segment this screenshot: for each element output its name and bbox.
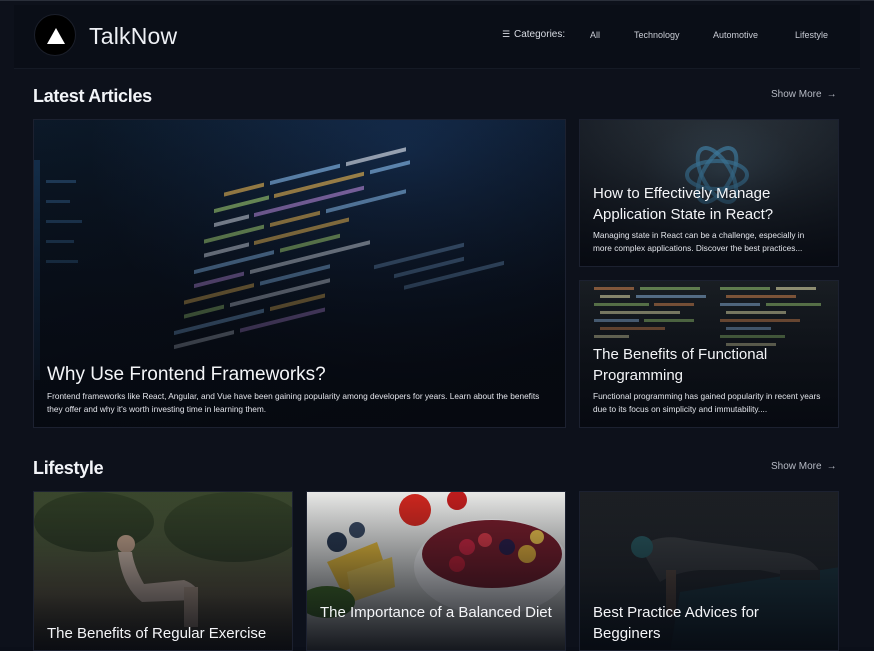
nav-item-automotive[interactable]: Automotive <box>713 30 758 40</box>
article-description: Functional programming has gained popula… <box>593 391 821 414</box>
article-title[interactable]: The Benefits of Functional Programming <box>593 344 825 386</box>
lifestyle-card-diet[interactable]: The Importance of a Balanced Diet <box>306 491 566 651</box>
page: TalkNow ☰ Categories: All Technology Auto… <box>0 0 874 651</box>
article-description: Managing state in React can be a challen… <box>593 230 805 253</box>
featured-article-title[interactable]: Why Use Frontend Frameworks? <box>47 363 552 387</box>
list-icon: ☰ <box>502 29 511 39</box>
categories-label: ☰ Categories: <box>502 29 566 40</box>
article-card-functional-programming[interactable]: The Benefits of Functional Programming F… <box>579 280 839 428</box>
lifestyle-heading: Lifestyle <box>33 458 104 478</box>
brand-name[interactable]: TalkNow <box>89 23 177 50</box>
nav-item-lifestyle[interactable]: Lifestyle <box>795 30 828 40</box>
arrow-right-icon: → <box>826 461 837 472</box>
latest-articles-heading: Latest Articles <box>33 86 152 106</box>
article-title[interactable]: The Importance of a Balanced Diet <box>320 602 552 623</box>
article-title[interactable]: The Benefits of Regular Exercise <box>47 623 279 644</box>
featured-article-description: Frontend frameworks like React, Angular,… <box>47 391 540 414</box>
nav-item-technology[interactable]: Technology <box>634 30 680 40</box>
latest-show-more-link[interactable]: Show More → <box>771 89 837 100</box>
nav-item-all[interactable]: All <box>590 30 600 40</box>
arrow-right-icon: → <box>826 89 837 100</box>
triangle-logo-icon <box>47 28 65 44</box>
article-title[interactable]: How to Effectively Manage Application St… <box>593 183 825 225</box>
site-header: TalkNow ☰ Categories: All Technology Auto… <box>14 5 860 69</box>
lifestyle-card-beginners[interactable]: Best Practice Advices for Begginers <box>579 491 839 651</box>
lifestyle-card-exercise[interactable]: The Benefits of Regular Exercise <box>33 491 293 651</box>
card-gradient <box>307 492 565 650</box>
logo[interactable] <box>34 14 76 56</box>
featured-article-card[interactable]: Why Use Frontend Frameworks? Frontend fr… <box>33 119 566 428</box>
article-title[interactable]: Best Practice Advices for Begginers <box>593 602 825 644</box>
lifestyle-show-more-link[interactable]: Show More → <box>771 461 837 472</box>
article-card-react-state[interactable]: How to Effectively Manage Application St… <box>579 119 839 267</box>
